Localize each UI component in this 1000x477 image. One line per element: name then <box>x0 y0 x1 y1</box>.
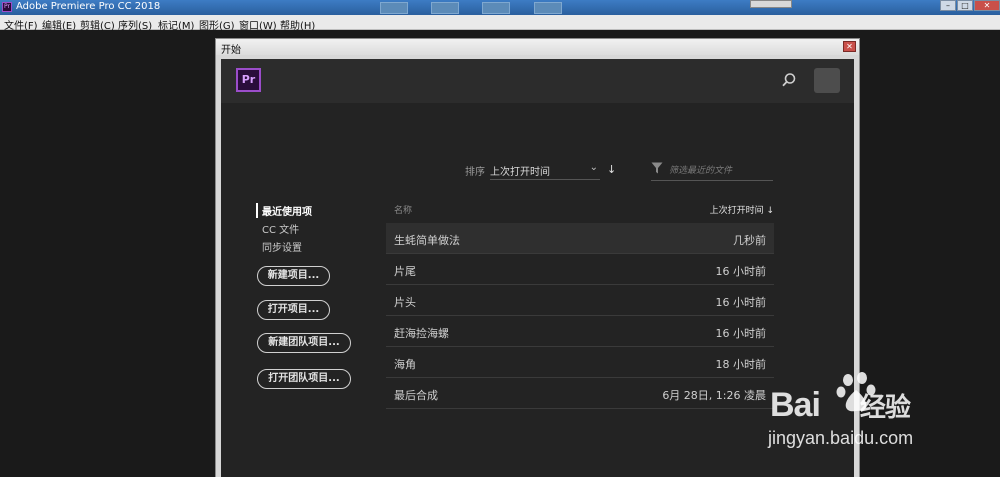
mini-widget <box>750 0 792 8</box>
taskbar-thumbnail[interactable] <box>380 2 408 14</box>
file-name: 赶海捡海螺 <box>394 327 449 340</box>
table-row[interactable]: 赶海捡海螺 16 小时前 <box>386 316 774 347</box>
menu-bar: 文件(F) 编辑(E) 剪辑(C) 序列(S) 标记(M) 图形(G) 窗口(W… <box>0 15 1000 32</box>
file-date: 16 小时前 <box>715 296 767 309</box>
column-header-name[interactable]: 名称 <box>394 203 412 216</box>
menu-edit[interactable]: 编辑(E) <box>42 17 76 32</box>
filter-funnel-icon <box>651 162 663 174</box>
table-row[interactable]: 最后合成 6月 28日, 1:26 凌晨 <box>386 378 774 409</box>
sort-arrow-icon: ↓ <box>766 206 774 216</box>
dialog-close-icon[interactable]: ✕ <box>843 41 856 52</box>
table-header: 名称 上次打开时间 ↓ <box>386 203 774 223</box>
file-date: 6月 28日, 1:26 凌晨 <box>662 389 766 402</box>
user-avatar[interactable] <box>814 68 840 93</box>
file-name: 最后合成 <box>394 389 438 402</box>
nav-item-recent[interactable]: 最近使用项 <box>256 203 312 218</box>
file-name: 生蚝简单做法 <box>394 234 460 247</box>
window-controls: – □ ✕ <box>939 0 1000 11</box>
menu-help[interactable]: 帮助(H) <box>280 17 315 32</box>
file-date: 16 小时前 <box>715 327 767 340</box>
taskbar-thumbnail[interactable] <box>431 2 460 14</box>
table-row[interactable]: 生蚝简单做法 几秒前 <box>386 223 774 254</box>
sort-direction-arrow-icon[interactable]: ↓ <box>607 163 616 176</box>
file-name: 片尾 <box>394 265 416 278</box>
filter-placeholder: 筛选最近的文件 <box>669 166 733 176</box>
sort-dropdown[interactable]: 上次打开时间 ⌄ <box>490 160 600 180</box>
baidu-jingyan-watermark: Bai 经验 jingyan.baidu.com <box>760 368 1000 477</box>
menu-clip[interactable]: 剪辑(C) <box>80 17 115 32</box>
file-date: 几秒前 <box>733 234 766 247</box>
file-date: 18 小时前 <box>715 358 767 371</box>
table-row[interactable]: 海角 18 小时前 <box>386 347 774 378</box>
nav-item-sync-settings[interactable]: 同步设置 <box>256 239 302 254</box>
file-date: 16 小时前 <box>715 265 767 278</box>
filter-input[interactable]: 筛选最近的文件 <box>651 162 773 181</box>
watermark-url: jingyan.baidu.com <box>768 428 914 448</box>
menu-sequence[interactable]: 序列(S) <box>118 17 152 32</box>
new-team-project-button[interactable]: 新建团队项目... <box>257 333 351 353</box>
search-icon[interactable] <box>781 72 797 88</box>
close-icon[interactable]: ✕ <box>974 0 1000 11</box>
menu-window[interactable]: 窗口(W) <box>239 17 277 32</box>
minimize-icon[interactable]: – <box>940 0 956 11</box>
table-row[interactable]: 片尾 16 小时前 <box>386 254 774 285</box>
taskbar-thumbnail[interactable] <box>482 2 511 14</box>
sort-selected-value: 上次打开时间 <box>490 167 550 178</box>
dialog-title: 开始 <box>221 45 241 56</box>
chevron-down-icon: ⌄ <box>589 162 598 173</box>
premiere-logo: Pr <box>236 68 261 92</box>
column-header-last-opened-label: 上次打开时间 <box>709 206 764 216</box>
new-project-button[interactable]: 新建项目... <box>257 266 330 286</box>
menu-graphics[interactable]: 图形(G) <box>199 17 235 32</box>
dialog-header: Pr <box>221 59 854 103</box>
recent-files-table: 名称 上次打开时间 ↓ 生蚝简单做法 几秒前 片尾 16 小时前 片头 16 小… <box>386 203 774 409</box>
open-project-button[interactable]: 打开项目... <box>257 300 330 320</box>
menu-markers[interactable]: 标记(M) <box>158 17 194 32</box>
file-name: 海角 <box>394 358 416 371</box>
table-row[interactable]: 片头 16 小时前 <box>386 285 774 316</box>
file-name: 片头 <box>394 296 416 309</box>
sort-label: 排序 <box>465 167 485 178</box>
window-title: Adobe Premiere Pro CC 2018 <box>16 1 161 12</box>
taskbar-thumbnail[interactable] <box>533 2 562 14</box>
open-team-project-button[interactable]: 打开团队项目... <box>257 369 351 389</box>
window-titlebar: Pr Adobe Premiere Pro CC 2018 – □ ✕ <box>0 0 1000 15</box>
premiere-app-icon: Pr <box>2 2 12 12</box>
nav-item-cc-files[interactable]: CC 文件 <box>256 221 299 236</box>
baidu-paw-icon <box>836 372 876 412</box>
maximize-icon[interactable]: □ <box>957 0 973 11</box>
menu-file[interactable]: 文件(F) <box>4 17 38 32</box>
dialog-titlebar: 开始 ✕ <box>216 39 859 56</box>
column-header-last-opened[interactable]: 上次打开时间 ↓ <box>710 203 774 216</box>
